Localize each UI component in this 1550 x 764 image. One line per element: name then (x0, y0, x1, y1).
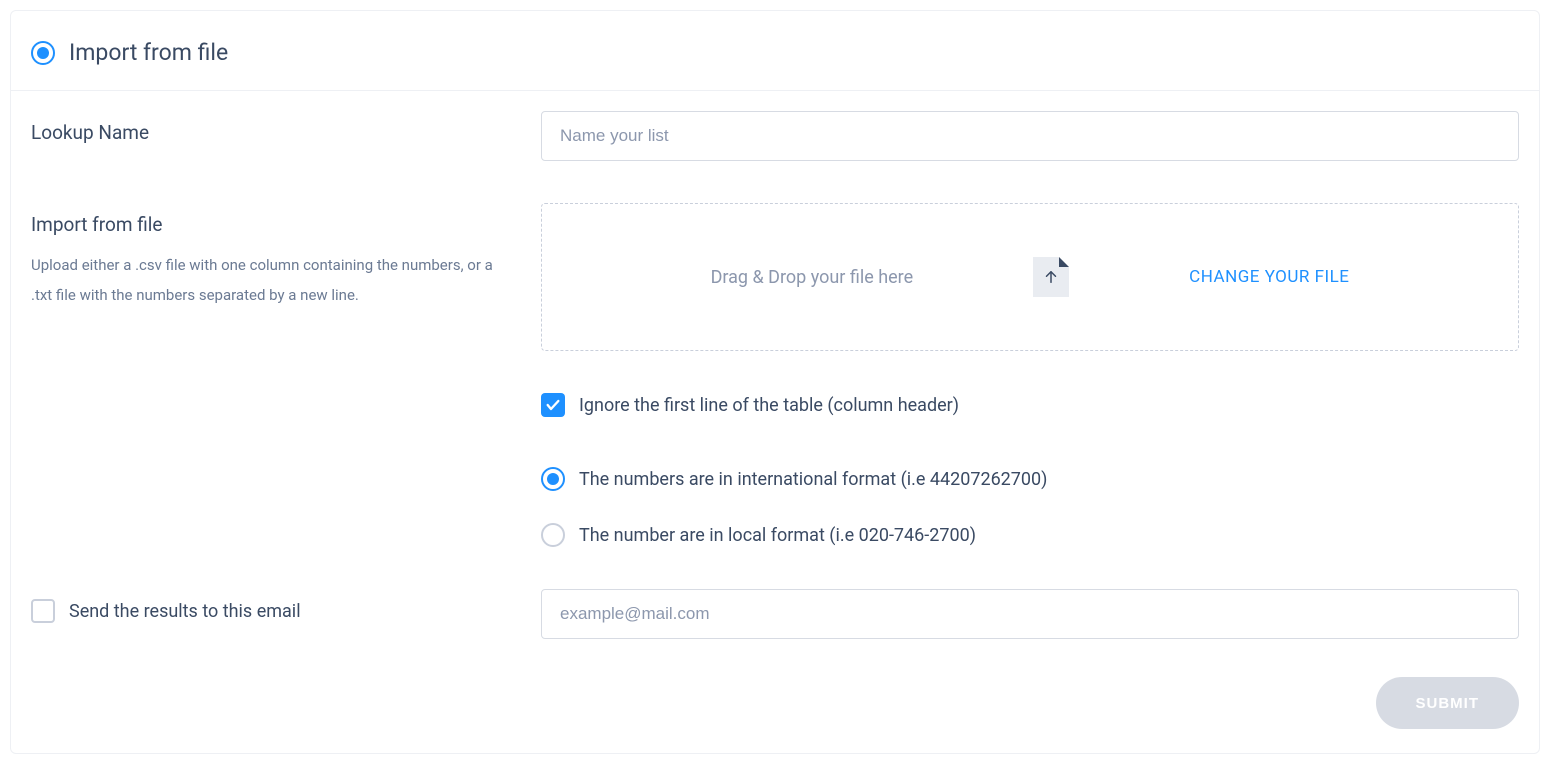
change-file-link[interactable]: CHANGE YOUR FILE (1189, 267, 1349, 287)
import-from-file-radio[interactable] (31, 41, 55, 65)
upload-file-icon (1033, 257, 1069, 297)
import-file-label: Import from file (31, 213, 511, 236)
ignore-first-line-label: Ignore the first line of the table (colu… (579, 395, 959, 416)
import-panel: Import from file Lookup Name Import from… (10, 10, 1540, 754)
format-local-label: The number are in local format (i.e 020-… (579, 525, 976, 546)
section-header: Import from file (11, 11, 1539, 91)
format-international-radio[interactable] (541, 467, 565, 491)
ignore-first-line-checkbox[interactable] (541, 393, 565, 417)
import-file-help: Upload either a .csv file with one colum… (31, 250, 511, 310)
send-email-checkbox[interactable] (31, 599, 55, 623)
format-local-radio[interactable] (541, 523, 565, 547)
send-email-label: Send the results to this email (69, 601, 301, 622)
section-title: Import from file (69, 39, 228, 66)
file-dropzone[interactable]: Drag & Drop your file here CHANGE YOUR F… (541, 203, 1519, 351)
results-email-input[interactable] (541, 589, 1519, 639)
lookup-name-input[interactable] (541, 111, 1519, 161)
dropzone-text: Drag & Drop your file here (711, 267, 914, 288)
submit-button[interactable]: SUBMIT (1376, 677, 1520, 729)
format-international-label: The numbers are in international format … (579, 469, 1047, 490)
lookup-name-label: Lookup Name (31, 121, 511, 144)
